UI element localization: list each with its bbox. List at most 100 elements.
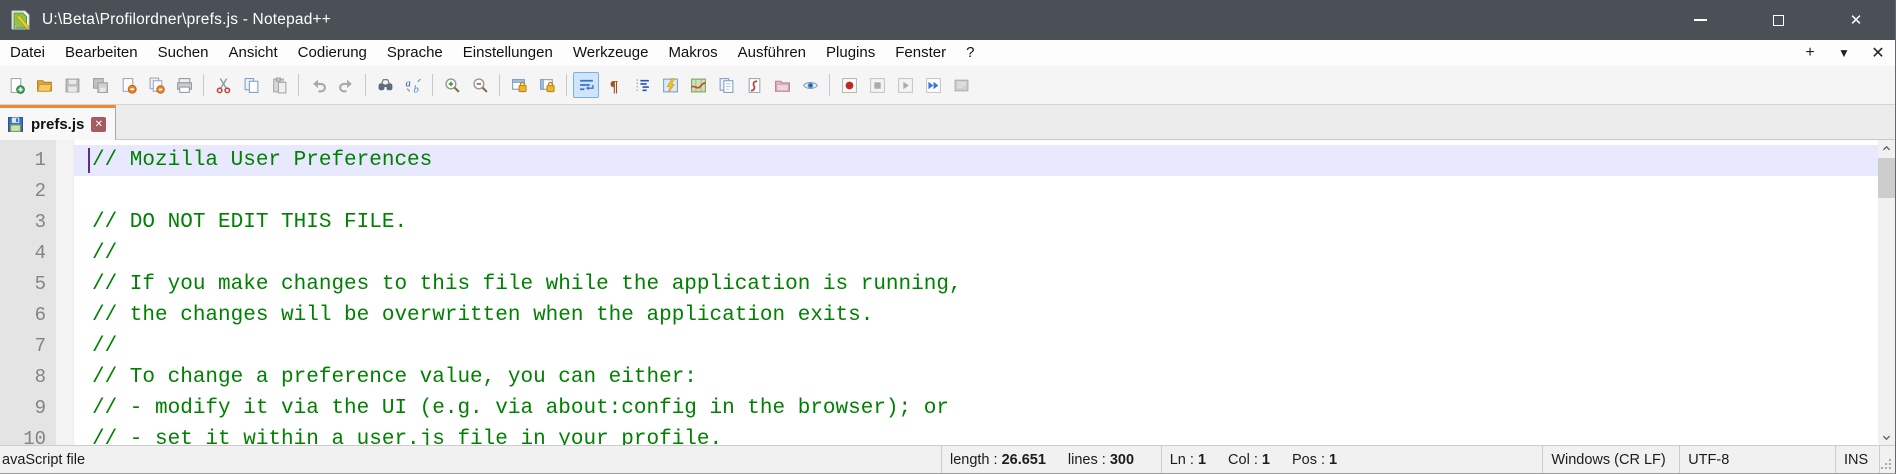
notepad-plus-plus-window: U:\Beta\Profilordner\prefs.js - Notepad+…	[0, 0, 1896, 474]
folder-as-workspace-button[interactable]	[769, 72, 795, 98]
copy-button[interactable]	[238, 72, 264, 98]
undo-icon	[312, 79, 326, 92]
word-wrap-button[interactable]	[573, 72, 599, 98]
code-line-2[interactable]	[74, 176, 1878, 207]
replace-button[interactable]: ab	[400, 72, 426, 98]
toolbar: a b ¶	[0, 66, 1895, 104]
status-cursor-position: Ln : 1 Col : 1 Pos : 1	[1162, 446, 1544, 473]
new-tab-button[interactable]: +	[1793, 44, 1827, 62]
macro-run-multiple-icon	[925, 77, 941, 93]
code-line-5[interactable]: // If you make changes to this file whil…	[74, 269, 1878, 300]
menu-item-help[interactable]: ?	[956, 40, 984, 66]
find-button[interactable]	[372, 72, 398, 98]
redo-icon	[338, 79, 352, 92]
menu-item-plugins[interactable]: Plugins	[816, 40, 885, 66]
svg-text:a: a	[405, 78, 410, 89]
code-line-6[interactable]: // the changes will be overwritten when …	[74, 300, 1878, 331]
cut-button[interactable]	[210, 72, 236, 98]
sync-vertical-scrolling-icon	[511, 78, 527, 92]
vertical-scrollbar[interactable]	[1878, 140, 1895, 446]
scrollbar-thumb[interactable]	[1878, 158, 1895, 198]
scroll-down-icon[interactable]	[1878, 429, 1895, 446]
zoom-in-button[interactable]	[439, 72, 465, 98]
macro-record-button[interactable]	[836, 72, 862, 98]
zoom-out-button[interactable]	[467, 72, 493, 98]
code-line-8[interactable]: // To change a preference value, you can…	[74, 362, 1878, 393]
scroll-up-icon[interactable]	[1878, 140, 1895, 157]
redo-button	[333, 72, 359, 98]
bookmark-margin[interactable]	[56, 140, 74, 446]
function-list-icon	[662, 77, 678, 93]
undo-button	[305, 72, 331, 98]
status-encoding: UTF-8	[1680, 446, 1837, 473]
code-line-1[interactable]: // Mozilla User Preferences	[74, 145, 1878, 176]
menu-item-ausfhren[interactable]: Ausführen	[728, 40, 816, 66]
sync-horizontal-scrolling-button[interactable]	[534, 72, 560, 98]
open-file-button[interactable]	[31, 72, 57, 98]
maximize-button[interactable]	[1739, 0, 1817, 40]
code-area[interactable]: // Mozilla User Preferences // DO NOT EDI…	[74, 140, 1878, 446]
menu-item-suchen[interactable]: Suchen	[148, 40, 219, 66]
save-file-icon	[65, 78, 79, 92]
line-number: 5	[34, 273, 46, 295]
toolbar-separator	[298, 74, 299, 96]
close-button[interactable]: ✕	[1817, 0, 1895, 40]
macro-stop-button	[864, 72, 890, 98]
code-line-9[interactable]: // - modify it via the UI (e.g. via abou…	[74, 393, 1878, 424]
script-file-button[interactable]	[741, 72, 767, 98]
menu-item-codierung[interactable]: Codierung	[288, 40, 377, 66]
line-number: 2	[34, 180, 46, 202]
new-file-button[interactable]	[3, 72, 29, 98]
menu-item-werkzeuge[interactable]: Werkzeuge	[563, 40, 659, 66]
text-caret	[88, 148, 90, 173]
folder-as-workspace-icon	[774, 80, 790, 92]
close-file-button[interactable]	[115, 72, 141, 98]
menu-item-sprache[interactable]: Sprache	[377, 40, 453, 66]
menu-bar: Datei Bearbeiten Suchen Ansicht Codierung Spr…	[0, 40, 1895, 66]
show-indent-guide-button[interactable]	[629, 72, 655, 98]
menu-item-makros[interactable]: Makros	[658, 40, 727, 66]
code-line-10[interactable]: // - set it within a user.js file in you…	[74, 424, 1878, 446]
menu-item-bearbeiten[interactable]: Bearbeiten	[55, 40, 148, 66]
editor[interactable]: 1 2 3 4 5 6 7 8 9 10 // Mozilla User Preferences /…	[0, 140, 1895, 446]
macro-play-icon	[897, 77, 913, 93]
minimize-button[interactable]	[1661, 0, 1739, 40]
document-map-button[interactable]	[685, 72, 711, 98]
tab-close-icon[interactable]: ✕	[91, 117, 107, 132]
code-line-4[interactable]: //	[74, 238, 1878, 269]
sync-vertical-scrolling-button[interactable]	[506, 72, 532, 98]
show-all-characters-button[interactable]: ¶	[601, 72, 627, 98]
line-number: 1	[34, 149, 46, 171]
function-list-button[interactable]	[657, 72, 683, 98]
line-number: 8	[34, 366, 46, 388]
code-line-7[interactable]: //	[74, 331, 1878, 362]
menu-item-einstellungen[interactable]: Einstellungen	[453, 40, 563, 66]
zoom-out-icon	[472, 77, 488, 93]
sync-horizontal-scrolling-icon	[539, 78, 555, 92]
menu-item-datei[interactable]: Datei	[0, 40, 55, 66]
toolbar-separator	[203, 74, 204, 96]
menu-item-ansicht[interactable]: Ansicht	[218, 40, 287, 66]
paste-button	[266, 72, 292, 98]
tab-prefs-js[interactable]: prefs.js ✕	[0, 105, 117, 141]
word-wrap-icon	[579, 79, 594, 90]
title-bar: U:\Beta\Profilordner\prefs.js - Notepad+…	[0, 0, 1895, 40]
code-line-3[interactable]: // DO NOT EDIT THIS FILE.	[74, 207, 1878, 238]
resize-grip[interactable]	[1880, 446, 1895, 473]
close-all-button[interactable]	[143, 72, 169, 98]
print-button[interactable]	[171, 72, 197, 98]
close-file-icon	[122, 77, 137, 94]
macro-run-multiple-button[interactable]	[920, 72, 946, 98]
macro-save-icon	[954, 79, 968, 91]
macro-record-icon	[841, 77, 857, 93]
document-list-button[interactable]	[713, 72, 739, 98]
close-all-icon	[149, 77, 165, 94]
window-title: U:\Beta\Profilordner\prefs.js - Notepad+…	[42, 11, 332, 28]
macro-play-button	[892, 72, 918, 98]
monitoring-button[interactable]	[797, 72, 823, 98]
open-file-icon	[36, 79, 52, 92]
menu-item-fenster[interactable]: Fenster	[885, 40, 956, 66]
close-document-button[interactable]: ✕	[1861, 43, 1895, 63]
status-insert-mode: INS	[1836, 446, 1880, 473]
tab-list-button[interactable]: ▼	[1827, 46, 1861, 60]
